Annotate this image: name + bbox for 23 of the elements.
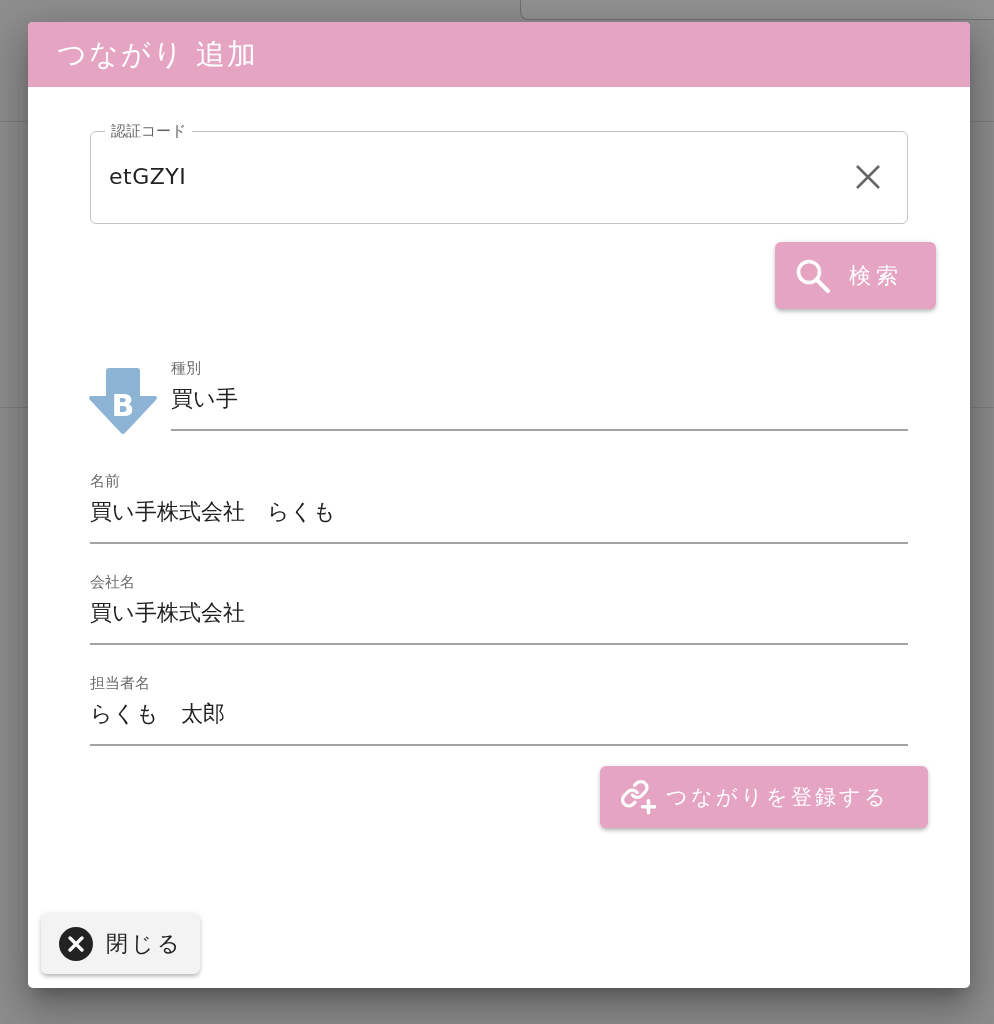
- field-value: 買い手株式会社 らくも: [90, 498, 336, 526]
- auth-code-field[interactable]: 認証コード etGZYI: [90, 122, 908, 224]
- field-value: 買い手株式会社: [90, 599, 245, 627]
- clear-button[interactable]: [855, 164, 881, 190]
- clear-icon: [855, 164, 881, 190]
- field-label: 担当者名: [90, 673, 150, 693]
- search-icon: [795, 258, 830, 293]
- link-plus-icon: [620, 779, 656, 815]
- field-label: 種別: [171, 358, 201, 378]
- field-label: 認証コード: [110, 122, 187, 140]
- down-arrow-badge-icon: B: [89, 368, 157, 435]
- text-field[interactable]: 担当者名 らくも 太郎: [90, 673, 908, 746]
- kind-field[interactable]: 種別 買い手: [171, 358, 908, 431]
- field-label: 名前: [90, 471, 120, 491]
- field-value: らくも 太郎: [90, 700, 225, 728]
- text-field[interactable]: 名前 買い手株式会社 らくも: [90, 471, 908, 544]
- field-value: etGZYI: [109, 163, 187, 191]
- dialog-title: つながり 追加: [57, 35, 259, 73]
- close-button[interactable]: 閉じる: [41, 913, 200, 974]
- field-label: 会社名: [90, 572, 135, 592]
- close-icon: [59, 926, 93, 961]
- text-field[interactable]: 会社名 買い手株式会社: [90, 572, 908, 645]
- field-value: 買い手: [171, 385, 238, 413]
